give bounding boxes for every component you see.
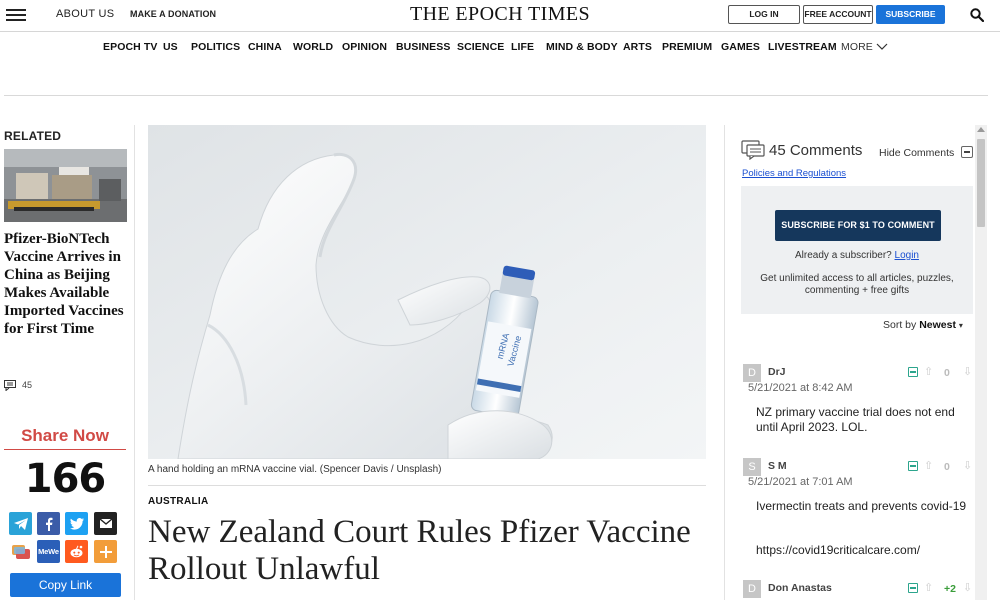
collapse-comment-toggle[interactable] (908, 461, 918, 471)
nav-item-premium[interactable]: PREMIUM (662, 41, 712, 53)
twitter-icon[interactable] (65, 512, 88, 535)
comment-author[interactable]: Don Anastas (768, 582, 832, 594)
access-perks-text: Get unlimited access to all articles, pu… (760, 273, 954, 296)
copy-link-button[interactable]: Copy Link (10, 573, 121, 597)
related-title: RELATED (4, 129, 62, 143)
upvote-icon[interactable]: ⇧ (924, 459, 933, 472)
add-icon[interactable] (94, 540, 117, 563)
comment-date: 5/21/2021 at 8:42 AM (748, 382, 853, 394)
nav-item-epoch-tv[interactable]: EPOCH TV (103, 41, 157, 53)
category-nav: EPOCH TV US POLITICS CHINA WORLD OPINION… (0, 33, 1000, 61)
collapse-comment-toggle[interactable] (908, 583, 918, 593)
nav-item-mind-body[interactable]: MIND & BODY (546, 41, 618, 53)
sort-value: Newest (919, 319, 956, 331)
nav-item-us[interactable]: US (163, 41, 178, 53)
comment-text: NZ primary vaccine trial does not end un… (756, 405, 955, 434)
telegram-icon[interactable] (9, 512, 32, 535)
comments-login-link[interactable]: Login (895, 250, 919, 261)
comment-score: +2 (944, 583, 956, 595)
column-divider (134, 125, 135, 600)
nav-item-opinion[interactable]: OPINION (342, 41, 387, 53)
article-title: New Zealand Court Rules Pfizer Vaccine R… (148, 514, 691, 587)
caption-divider (148, 485, 706, 486)
related-comment-count[interactable]: 45 (4, 380, 33, 392)
avatar[interactable]: D (743, 580, 761, 598)
nav-item-world[interactable]: WORLD (293, 41, 333, 53)
sort-label: Sort by (883, 319, 917, 331)
downvote-icon[interactable]: ⇩ (963, 459, 972, 472)
scrollbar-thumb[interactable] (977, 139, 985, 227)
nav-item-china[interactable]: CHINA (248, 41, 282, 53)
nav-item-politics[interactable]: POLITICS (191, 41, 240, 53)
nav-item-life[interactable]: LIFE (511, 41, 534, 53)
comment-score: 0 (944, 461, 950, 473)
upvote-icon[interactable]: ⇧ (924, 365, 933, 378)
collapse-comment-toggle[interactable] (908, 367, 918, 377)
upvote-icon[interactable]: ⇧ (924, 581, 933, 594)
mewe-icon[interactable]: MeWe (37, 540, 60, 563)
chevron-down-icon (876, 43, 888, 51)
comment-bubble-icon (741, 140, 765, 161)
nav-item-science[interactable]: SCIENCE (457, 41, 504, 53)
comment-author[interactable]: S M (768, 460, 787, 472)
hide-comments-link[interactable]: Hide Comments (879, 147, 954, 159)
comment-link[interactable]: https://covid19criticalcare.com/ (756, 543, 973, 558)
nav-more-button[interactable]: MORE (841, 41, 888, 53)
policies-link[interactable]: Policies and Regulations (742, 168, 846, 179)
article-hero-image: mRNA Vaccine (148, 125, 706, 459)
reddit-icon[interactable] (65, 540, 88, 563)
comments-header: 45 Comments (741, 140, 863, 161)
nav-more-label: MORE (841, 41, 873, 53)
related-thumbnail[interactable] (4, 149, 127, 222)
comments-count: 45 Comments (769, 142, 863, 159)
comment-text: Ivermectin treats and prevents covid-19 (756, 499, 967, 513)
comment-score: 0 (944, 367, 950, 379)
caret-down-icon: ▾ (958, 321, 963, 330)
avatar[interactable]: D (743, 364, 761, 382)
nav-item-games[interactable]: GAMES (721, 41, 760, 53)
subscribe-to-comment-button[interactable]: SUBSCRIBE FOR $1 TO COMMENT (775, 210, 941, 241)
comment-date: 5/21/2021 at 7:01 AM (748, 476, 853, 488)
comment-bubble-icon (4, 380, 16, 392)
ad-divider (4, 95, 988, 96)
subscribe-button[interactable]: SUBSCRIBE (876, 5, 945, 24)
related-comment-number: 45 (22, 380, 33, 390)
comment-item: D DrJ ⇧ 0 ⇩ 5/21/2021 at 8:42 AM NZ prim… (741, 364, 973, 444)
sort-dropdown[interactable]: Sort by Newest ▾ (883, 319, 963, 331)
already-subscriber-text: Already a subscriber? Login (741, 250, 973, 261)
nav-item-business[interactable]: BUSINESS (396, 41, 450, 53)
comment-item: S S M ⇧ 0 ⇩ 5/21/2021 at 7:01 AM Ivermec… (741, 458, 973, 568)
share-count: 166 (24, 456, 107, 502)
share-now-heading: Share Now (4, 426, 126, 450)
downvote-icon[interactable]: ⇩ (963, 365, 972, 378)
comment-author[interactable]: DrJ (768, 366, 786, 378)
nav-item-livestream[interactable]: LIVESTREAM (768, 41, 837, 53)
already-subscriber-label: Already a subscriber? (795, 250, 892, 261)
login-button[interactable]: LOG IN (728, 5, 800, 24)
hide-comments-toggle[interactable] (961, 146, 973, 158)
search-icon[interactable] (970, 8, 984, 22)
free-account-button[interactable]: FREE ACCOUNT (803, 5, 873, 24)
related-headline[interactable]: Pfizer-BioNTech Vaccine Arrives in China… (4, 230, 129, 338)
top-header: ABOUT US MAKE A DONATION THE EPOCH TIMES… (0, 0, 1000, 32)
avatar[interactable]: S (743, 458, 761, 476)
parler-icon[interactable] (9, 540, 32, 563)
nav-item-arts[interactable]: ARTS (623, 41, 652, 53)
section-label[interactable]: AUSTRALIA (148, 496, 208, 507)
email-icon[interactable] (94, 512, 117, 535)
comments-scrollbar[interactable] (975, 125, 987, 600)
column-divider (724, 125, 725, 600)
image-caption: A hand holding an mRNA vaccine vial. (Sp… (148, 464, 442, 475)
subscribe-to-comment-panel: SUBSCRIBE FOR $1 TO COMMENT Already a su… (741, 186, 973, 314)
scroll-up-icon[interactable] (977, 127, 985, 132)
comment-item: D Don Anastas ⇧ +2 ⇩ (741, 580, 973, 600)
facebook-icon[interactable] (37, 512, 60, 535)
downvote-icon[interactable]: ⇩ (963, 581, 972, 594)
